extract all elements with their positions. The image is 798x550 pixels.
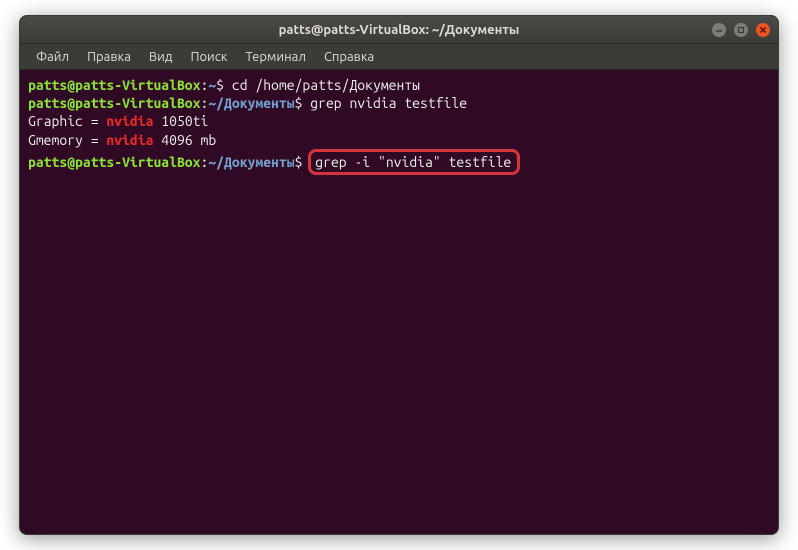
prompt-path: ~ xyxy=(208,77,216,93)
titlebar: patts@patts-VirtualBox: ~/Документы xyxy=(20,16,778,44)
terminal-line: patts@patts-VirtualBox:~$ cd /home/patts… xyxy=(28,76,770,94)
window-title: patts@patts-VirtualBox: ~/Документы xyxy=(20,23,778,37)
output-post: 1050ti xyxy=(153,113,208,129)
minimize-icon xyxy=(715,26,723,34)
prompt-path: ~/Документы xyxy=(208,154,294,170)
grep-match: nvidia xyxy=(106,132,153,148)
prompt-user: patts@patts-VirtualBox xyxy=(28,77,200,93)
output-pre: Gmemory = xyxy=(28,132,106,148)
maximize-button[interactable] xyxy=(734,23,748,37)
menu-search[interactable]: Поиск xyxy=(182,47,235,67)
window-controls xyxy=(712,23,770,37)
command-text: grep -i "nvidia" testfile xyxy=(315,154,511,170)
close-button[interactable] xyxy=(756,23,770,37)
terminal-line: patts@patts-VirtualBox:~/Документы$ grep… xyxy=(28,94,770,112)
terminal-body[interactable]: patts@patts-VirtualBox:~$ cd /home/patts… xyxy=(20,70,778,534)
prompt-sep: $ xyxy=(216,77,232,93)
grep-match: nvidia xyxy=(106,113,153,129)
prompt-user: patts@patts-VirtualBox xyxy=(28,95,200,111)
command-text: grep nvidia testfile xyxy=(310,95,467,111)
menu-view[interactable]: Вид xyxy=(141,47,181,67)
output-pre: Graphic = xyxy=(28,113,106,129)
command-text: cd /home/patts/Документы xyxy=(232,77,420,93)
menubar: Файл Правка Вид Поиск Терминал Справка xyxy=(20,44,778,70)
prompt-user: patts@patts-VirtualBox xyxy=(28,154,200,170)
terminal-line: Gmemory = nvidia 4096 mb xyxy=(28,131,770,149)
close-icon xyxy=(759,26,767,34)
highlight-annotation: grep -i "nvidia" testfile xyxy=(308,149,520,175)
menu-help[interactable]: Справка xyxy=(316,47,382,67)
terminal-window: patts@patts-VirtualBox: ~/Документы Файл… xyxy=(19,15,779,535)
prompt-sep: $ xyxy=(295,95,311,111)
menu-file[interactable]: Файл xyxy=(28,47,77,67)
menu-terminal[interactable]: Терминал xyxy=(237,47,313,67)
menu-edit[interactable]: Правка xyxy=(79,47,139,67)
output-post: 4096 mb xyxy=(153,132,216,148)
terminal-line: Graphic = nvidia 1050ti xyxy=(28,112,770,130)
terminal-line: patts@patts-VirtualBox:~/Документы$ grep… xyxy=(28,149,770,175)
minimize-button[interactable] xyxy=(712,23,726,37)
prompt-path: ~/Документы xyxy=(208,95,294,111)
maximize-icon xyxy=(737,26,745,34)
